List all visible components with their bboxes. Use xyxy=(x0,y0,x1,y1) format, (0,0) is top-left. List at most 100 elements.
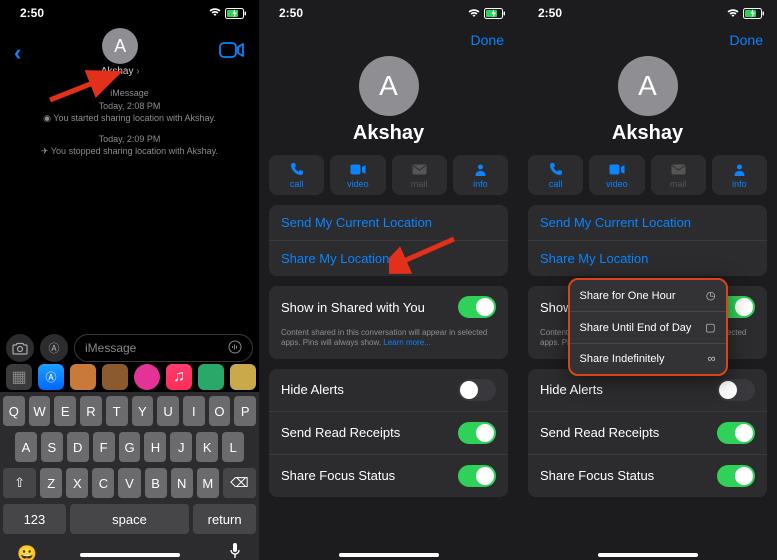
video-label: video xyxy=(606,179,628,189)
phone-icon xyxy=(290,161,304,177)
show-shared-toggle[interactable] xyxy=(458,296,496,318)
app-music[interactable]: ♫ xyxy=(166,364,192,390)
timestamp: Today, 2:09 PM xyxy=(6,133,253,146)
focus-status-label: Share Focus Status xyxy=(281,468,395,483)
backspace-key[interactable]: ⌫ xyxy=(223,468,256,498)
annotation-arrow xyxy=(389,234,459,274)
key-w[interactable]: W xyxy=(29,396,51,426)
emoji-key[interactable]: 😀 xyxy=(17,544,37,560)
person-icon xyxy=(733,161,746,177)
video-button[interactable]: video xyxy=(330,155,385,195)
key-u[interactable]: U xyxy=(157,396,179,426)
dictation-icon[interactable] xyxy=(228,340,242,357)
focus-status-row: Share Focus Status xyxy=(528,454,767,497)
key-o[interactable]: O xyxy=(209,396,231,426)
key-x[interactable]: X xyxy=(66,468,88,498)
video-label: video xyxy=(347,179,369,189)
app-memoji[interactable] xyxy=(70,364,96,390)
app-animoji[interactable] xyxy=(102,364,128,390)
key-l[interactable]: L xyxy=(222,432,244,462)
facetime-button[interactable] xyxy=(219,41,245,64)
send-current-location-button[interactable]: Send My Current Location xyxy=(528,205,767,240)
app-store-button[interactable]: Ⓐ xyxy=(40,334,68,362)
message-input[interactable]: iMessage xyxy=(74,334,253,362)
app-digital-touch[interactable] xyxy=(134,364,160,390)
space-key[interactable]: space xyxy=(70,504,189,534)
key-t[interactable]: T xyxy=(106,396,128,426)
calendar-icon: ▢ xyxy=(705,321,715,334)
call-button[interactable]: call xyxy=(269,155,324,195)
focus-status-toggle[interactable] xyxy=(717,465,755,487)
alerts-section: Hide Alerts Send Read Receipts Share Foc… xyxy=(528,369,767,497)
call-button[interactable]: call xyxy=(528,155,583,195)
info-button[interactable]: info xyxy=(712,155,767,195)
key-s[interactable]: S xyxy=(41,432,63,462)
learn-more-link[interactable]: Learn more... xyxy=(383,338,431,347)
dictate-key[interactable] xyxy=(228,542,242,560)
keyboard[interactable]: QWERTYUIOP ASDFGHJKL ⇧ ZXCVBNM ⌫ 123 spa… xyxy=(0,392,259,560)
app-store-icon[interactable]: Ⓐ xyxy=(38,364,64,390)
key-j[interactable]: J xyxy=(170,432,192,462)
key-g[interactable]: G xyxy=(119,432,141,462)
share-end-of-day-button[interactable]: Share Until End of Day ▢ xyxy=(570,311,726,343)
show-shared-label: Show in Shared with You xyxy=(281,300,425,315)
key-p[interactable]: P xyxy=(234,396,256,426)
call-label: call xyxy=(290,179,304,189)
location-section: Send My Current Location Share My Locati… xyxy=(528,205,767,276)
person-icon xyxy=(474,161,487,177)
info-label: info xyxy=(473,179,488,189)
key-i[interactable]: I xyxy=(183,396,205,426)
key-q[interactable]: Q xyxy=(3,396,25,426)
camera-button[interactable] xyxy=(6,334,34,362)
key-k[interactable]: K xyxy=(196,432,218,462)
app-fitness[interactable] xyxy=(198,364,224,390)
numbers-key[interactable]: 123 xyxy=(3,504,66,534)
app-photos[interactable]: ▦ xyxy=(6,364,32,390)
done-button[interactable]: Done xyxy=(730,32,763,48)
key-m[interactable]: M xyxy=(197,468,219,498)
key-z[interactable]: Z xyxy=(40,468,62,498)
mail-label: mail xyxy=(411,179,428,189)
key-v[interactable]: V xyxy=(118,468,140,498)
read-receipts-toggle[interactable] xyxy=(717,422,755,444)
return-key[interactable]: return xyxy=(193,504,256,534)
key-n[interactable]: N xyxy=(171,468,193,498)
share-indefinitely-label: Share Indefinitely xyxy=(580,353,665,365)
key-e[interactable]: E xyxy=(54,396,76,426)
shared-note: Content shared in this conversation will… xyxy=(269,328,508,359)
app-other[interactable] xyxy=(230,364,256,390)
home-indicator[interactable] xyxy=(80,553,180,557)
key-h[interactable]: H xyxy=(144,432,166,462)
shift-key[interactable]: ⇧ xyxy=(3,468,36,498)
video-button[interactable]: video xyxy=(589,155,644,195)
contact-details-popup-panel: 2:50 Done A Akshay call video mail info … xyxy=(518,0,777,560)
key-d[interactable]: D xyxy=(67,432,89,462)
hide-alerts-toggle[interactable] xyxy=(717,379,755,401)
done-button[interactable]: Done xyxy=(471,32,504,48)
focus-status-row: Share Focus Status xyxy=(269,454,508,497)
info-button[interactable]: info xyxy=(453,155,508,195)
focus-status-toggle[interactable] xyxy=(458,465,496,487)
video-icon xyxy=(609,161,625,177)
video-icon xyxy=(350,161,366,177)
share-indefinitely-button[interactable]: Share Indefinitely ∞ xyxy=(570,343,726,374)
phone-icon xyxy=(549,161,563,177)
hide-alerts-label: Hide Alerts xyxy=(540,382,603,397)
status-right xyxy=(467,8,506,19)
key-f[interactable]: F xyxy=(93,432,115,462)
home-indicator[interactable] xyxy=(598,553,698,557)
key-a[interactable]: A xyxy=(15,432,37,462)
share-my-location-button[interactable]: Share My Location xyxy=(528,240,767,276)
app-strip[interactable]: ▦ Ⓐ ♫ xyxy=(0,362,259,392)
read-receipts-toggle[interactable] xyxy=(458,422,496,444)
key-r[interactable]: R xyxy=(80,396,102,426)
wifi-icon xyxy=(208,7,222,20)
key-y[interactable]: Y xyxy=(132,396,154,426)
key-b[interactable]: B xyxy=(145,468,167,498)
key-c[interactable]: C xyxy=(92,468,114,498)
contact-name: Akshay xyxy=(259,122,518,145)
back-button[interactable]: ‹ xyxy=(14,40,21,66)
share-one-hour-button[interactable]: Share for One Hour ◷ xyxy=(570,280,726,311)
home-indicator[interactable] xyxy=(339,553,439,557)
hide-alerts-toggle[interactable] xyxy=(458,379,496,401)
